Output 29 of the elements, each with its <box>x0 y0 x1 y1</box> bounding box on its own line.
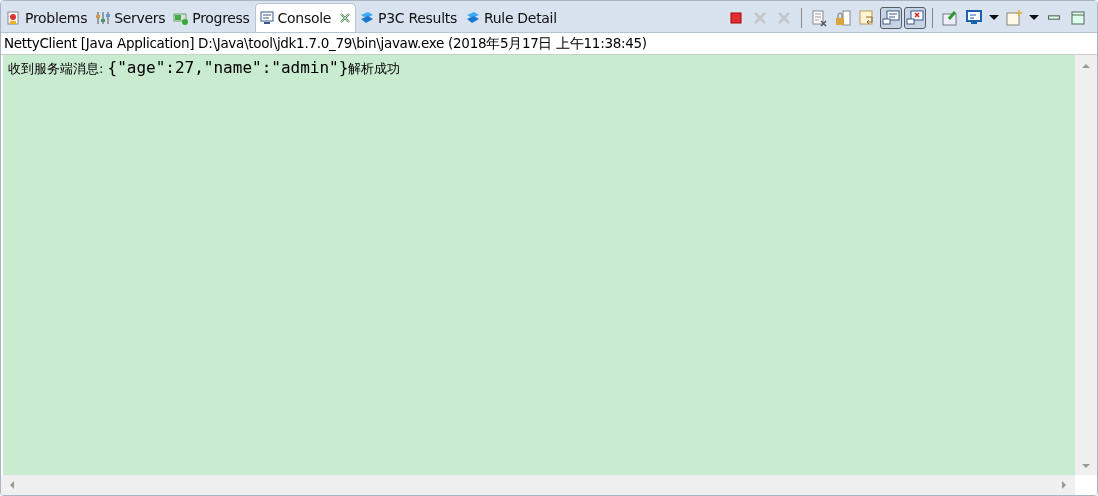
vertical-scrollbar[interactable] <box>1075 55 1097 475</box>
console-line: 收到服务端消息: {"age":27,"name":"admin"}解析成功 <box>8 58 402 79</box>
scroll-down-icon[interactable] <box>1081 461 1091 471</box>
view-tab[interactable]: Rule Detail <box>461 3 562 32</box>
monitor-icon <box>258 10 275 26</box>
caret-icon <box>1029 15 1039 20</box>
maximize-icon <box>1069 8 1087 27</box>
minimize-icon <box>1048 15 1060 20</box>
lock-icon <box>834 8 852 27</box>
caret-icon <box>989 15 999 20</box>
horizontal-scrollbar[interactable] <box>1 475 1075 495</box>
view-tab[interactable]: P3C Results <box>356 3 462 32</box>
view-tab[interactable]: Servers <box>92 3 171 32</box>
warning-icon <box>6 9 22 26</box>
monitor-icon <box>882 8 900 27</box>
scroll-up-icon[interactable] <box>1081 61 1091 71</box>
scroll-right-icon[interactable] <box>1059 480 1069 490</box>
toolbar-button[interactable] <box>880 6 902 29</box>
view-tab[interactable]: Problems <box>3 3 93 32</box>
monitor-icon <box>965 8 983 27</box>
monitor-x-icon <box>906 8 924 27</box>
document-x-icon <box>810 8 828 27</box>
pin-icon <box>941 8 959 27</box>
view-tab[interactable]: Progress <box>170 3 255 32</box>
view-tab[interactable]: Console <box>254 3 357 32</box>
window-icon <box>1005 8 1023 27</box>
close-icon[interactable] <box>340 13 351 23</box>
sliders-icon <box>95 9 112 26</box>
toolbar-button[interactable] <box>904 6 926 29</box>
